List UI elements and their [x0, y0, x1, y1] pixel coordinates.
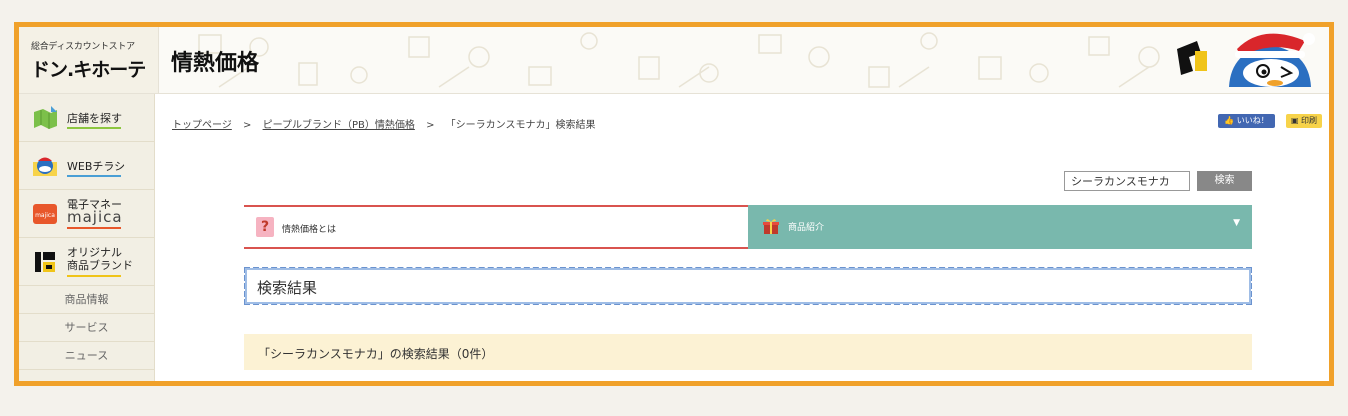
results-message: 「シーラカンスモナカ」の検索結果（0件） [258, 347, 494, 361]
results-heading-box: 検索結果 [244, 267, 1252, 305]
breadcrumb-home-link[interactable]: トップページ [172, 120, 232, 131]
sidebar: 店舗を探す WEBチラシ majica 電子マネー majica オリジナル 商… [19, 94, 155, 381]
print-label: 印刷 [1301, 116, 1318, 125]
sidebar-underline [67, 175, 121, 177]
donpen-mascot-icon [1177, 33, 1315, 87]
brand-label-line2: 商品ブランド [67, 259, 133, 272]
tab-products-label: 商品紹介 [788, 223, 825, 233]
breadcrumb-current: 「シーラカンスモナカ」検索結果 [445, 120, 596, 131]
sidebar-link-news[interactable]: ニュース [19, 342, 154, 370]
sidebar-underline [67, 227, 121, 229]
gift-icon [763, 219, 779, 234]
tab-products[interactable]: 商品紹介 ▼ [748, 205, 1252, 249]
store-tagline: 総合ディスカウントストア [31, 42, 135, 52]
majica-card-icon: majica [33, 204, 57, 224]
facebook-like-button[interactable]: 👍 いいね！ [1218, 114, 1275, 128]
chevron-down-icon: ▼ [1233, 218, 1240, 228]
sidebar-link-services[interactable]: サービス [19, 314, 154, 342]
sidebar-underline [67, 127, 121, 129]
breadcrumb-separator: > [426, 120, 435, 131]
sidebar-item-web-flyer[interactable]: WEBチラシ [19, 142, 154, 190]
main-content: トップページ > ピープルブランド（PB）情熱価格 > 「シーラカンスモナカ」検… [155, 94, 1329, 381]
header-pattern [198, 32, 1160, 88]
results-heading: 検索結果 [257, 279, 318, 297]
mascot-flyer-icon [33, 157, 57, 176]
tab-about-label: 情熱価格とは [282, 225, 337, 235]
page-frame: 総合ディスカウントストア ドン.キホーテ 情熱価格 店舗を探す WEBチラシ m… [14, 22, 1334, 386]
sidebar-item-majica[interactable]: majica 電子マネー majica [19, 190, 154, 238]
pb-logo-icon [35, 252, 55, 272]
question-icon: ? [256, 217, 274, 237]
sidebar-item-original-brand[interactable]: オリジナル 商品ブランド [19, 238, 154, 286]
store-logo[interactable]: 総合ディスカウントストア ドン.キホーテ [19, 27, 159, 93]
page-title: 情熱価格 [171, 51, 260, 76]
svg-text:majica: majica [35, 212, 55, 219]
site-header: 総合ディスカウントストア ドン.キホーテ 情熱価格 [19, 27, 1329, 94]
breadcrumb-brand-link[interactable]: ピープルブランド（PB）情熱価格 [263, 120, 415, 131]
store-map-icon [34, 106, 57, 129]
breadcrumb: トップページ > ピープルブランド（PB）情熱価格 > 「シーラカンスモナカ」検… [172, 116, 595, 131]
majica-label-line2: majica [67, 208, 123, 226]
sidebar-item-label: オリジナル 商品ブランド [67, 246, 133, 272]
breadcrumb-separator: > [243, 120, 252, 131]
sidebar-item-label: WEBチラシ [67, 160, 126, 173]
store-logo-text: ドン.キホーテ [31, 59, 146, 81]
sidebar-item-store-search[interactable]: 店舗を探す [19, 94, 154, 142]
sidebar-link-products[interactable]: 商品情報 [19, 286, 154, 314]
brand-label-line1: オリジナル [67, 246, 122, 259]
sidebar-item-label: 電子マネー majica [67, 198, 123, 225]
print-button[interactable]: ▣ 印刷 [1286, 114, 1322, 128]
results-message-box: 「シーラカンスモナカ」の検索結果（0件） [244, 334, 1252, 370]
sidebar-item-label: 店舗を探す [67, 112, 122, 125]
tab-about[interactable]: ? 情熱価格とは [244, 205, 748, 249]
printer-icon: ▣ [1290, 116, 1302, 125]
search-input[interactable] [1064, 171, 1190, 191]
search-button[interactable]: 検索 [1197, 171, 1252, 191]
sidebar-underline [67, 275, 121, 277]
